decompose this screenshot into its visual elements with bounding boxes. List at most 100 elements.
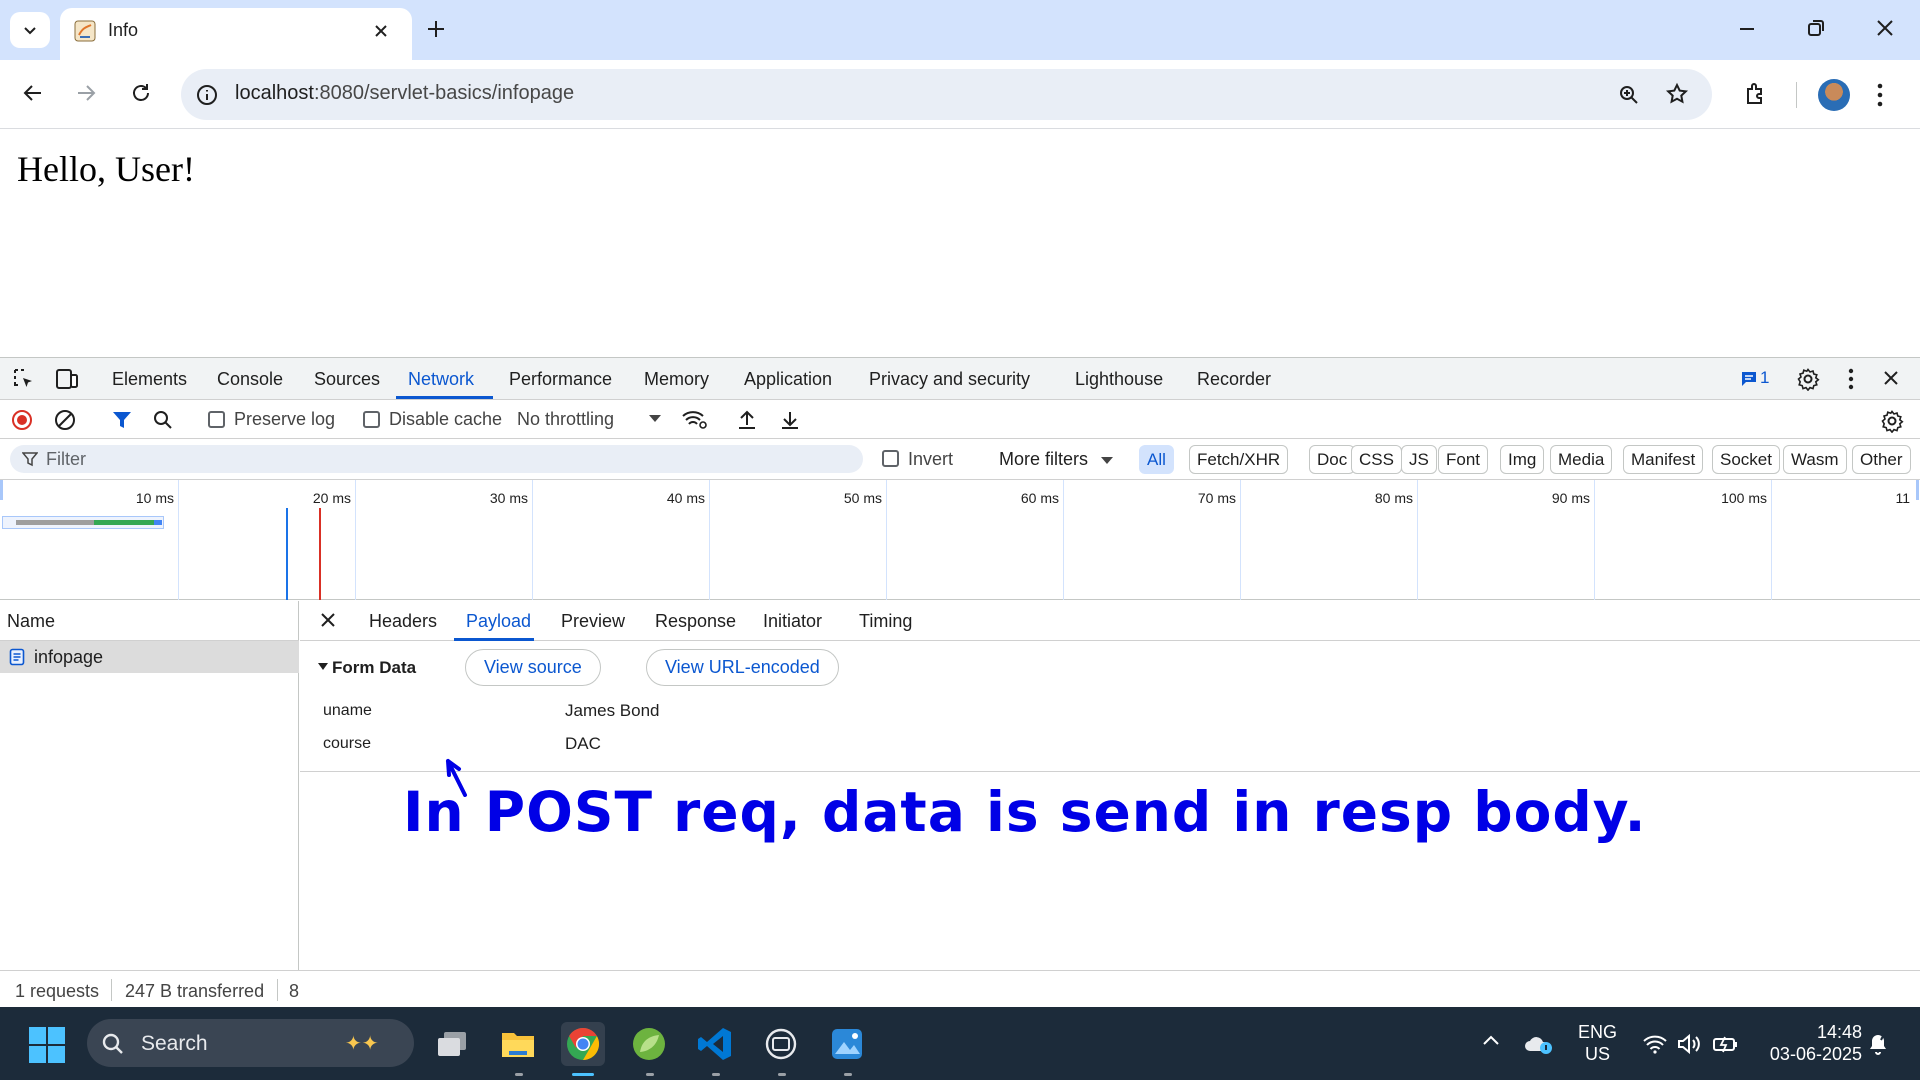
detail-tab-timing[interactable]: Timing (859, 611, 912, 632)
tab-recorder[interactable]: Recorder (1197, 369, 1271, 390)
browser-menu-icon[interactable] (1876, 82, 1884, 108)
windows-taskbar: Search ✦✦ ENG US 14:48 03-06-2025 (0, 1007, 1920, 1080)
disable-cache-checkbox[interactable] (363, 411, 380, 428)
network-conditions-icon[interactable] (681, 409, 707, 431)
tab-privacy-security[interactable]: Privacy and security (869, 369, 1030, 390)
filter-field[interactable] (10, 445, 863, 473)
filter-chip-css[interactable]: CSS (1351, 445, 1402, 474)
tab-search-button[interactable] (10, 12, 50, 48)
tab-sources[interactable]: Sources (314, 369, 380, 390)
name-column-header[interactable]: Name (0, 601, 299, 641)
detail-tab-initiator[interactable]: Initiator (763, 611, 822, 632)
spring-leaf-icon (631, 1026, 667, 1062)
overview-left-handle[interactable] (0, 480, 3, 500)
taskbar-app-vscode[interactable] (693, 1022, 737, 1066)
input-language[interactable]: ENG US (1578, 1021, 1617, 1065)
tab-network[interactable]: Network (408, 369, 474, 390)
filter-chip-wasm[interactable]: Wasm (1783, 445, 1847, 474)
more-filters-dropdown-icon[interactable] (1101, 457, 1113, 465)
device-toolbar-icon[interactable] (54, 367, 80, 391)
filter-chip-manifest[interactable]: Manifest (1623, 445, 1704, 474)
filter-chip-js[interactable]: JS (1401, 445, 1437, 474)
windows-start-icon[interactable] (29, 1027, 65, 1063)
import-har-icon[interactable] (736, 409, 758, 431)
filter-funnel-icon[interactable] (111, 409, 133, 431)
request-name: infopage (34, 647, 104, 667)
zoom-icon[interactable] (1617, 83, 1641, 107)
filter-chip-other[interactable]: Other (1852, 445, 1911, 474)
taskbar-app-file-explorer[interactable] (496, 1022, 540, 1066)
search-icon[interactable] (152, 409, 174, 431)
filter-chip-doc[interactable]: Doc (1309, 445, 1356, 474)
close-detail-icon[interactable] (319, 611, 337, 629)
issues-icon[interactable] (1740, 370, 1758, 388)
notification-bell-icon[interactable] (1866, 1032, 1890, 1056)
settings-gear-icon[interactable] (1796, 367, 1820, 391)
new-tab-icon[interactable] (425, 18, 447, 40)
detail-tab-headers[interactable]: Headers (369, 611, 437, 632)
grid-line (1771, 480, 1772, 600)
browser-tab[interactable]: Info (60, 8, 412, 60)
view-url-encoded-button[interactable]: View URL-encoded (646, 649, 839, 686)
profile-avatar[interactable] (1818, 79, 1850, 111)
taskbar-search[interactable]: Search ✦✦ (87, 1019, 414, 1067)
taskbar-app-spring-tools[interactable] (627, 1022, 671, 1066)
site-info-icon[interactable] (196, 84, 218, 106)
throttling-select[interactable]: No throttling (517, 409, 614, 430)
tab-elements[interactable]: Elements (112, 369, 187, 390)
minimize-icon[interactable] (1737, 18, 1757, 38)
onedrive-cloud-icon[interactable] (1523, 1033, 1553, 1055)
detail-tab-response[interactable]: Response (655, 611, 736, 632)
domcontentloaded-marker (286, 508, 288, 600)
address-bar[interactable]: localhost:8080/servlet-basics/infopage (181, 69, 1712, 120)
devtools-menu-icon[interactable] (1847, 367, 1855, 391)
filter-chip-media[interactable]: Media (1550, 445, 1613, 474)
network-overview-timeline[interactable]: 10 ms 20 ms 30 ms 40 ms 50 ms 60 ms 70 m… (0, 480, 1920, 600)
detail-tab-preview[interactable]: Preview (561, 611, 625, 632)
filter-input[interactable] (46, 448, 846, 470)
filter-chip-font[interactable]: Font (1438, 445, 1489, 474)
more-filters-button[interactable]: More filters (999, 449, 1088, 470)
tab-memory[interactable]: Memory (644, 369, 709, 390)
filter-chip-fetch-xhr[interactable]: Fetch/XHR (1189, 445, 1289, 474)
overview-right-handle[interactable] (1916, 480, 1919, 500)
forward-icon[interactable] (74, 81, 98, 105)
filter-chip-all[interactable]: All (1139, 445, 1174, 474)
reload-icon[interactable] (129, 81, 153, 105)
inspect-element-icon[interactable] (12, 367, 36, 391)
filter-chip-img[interactable]: Img (1500, 445, 1545, 474)
taskbar-app-photos[interactable] (825, 1022, 869, 1066)
clock[interactable]: 14:48 03-06-2025 (1760, 1021, 1862, 1065)
chevron-up-icon[interactable] (1481, 1031, 1501, 1051)
tab-lighthouse[interactable]: Lighthouse (1075, 369, 1163, 390)
extensions-icon[interactable] (1742, 81, 1768, 107)
tab-console[interactable]: Console (217, 369, 283, 390)
taskbar-app-task-view[interactable] (430, 1022, 474, 1066)
close-devtools-icon[interactable] (1882, 369, 1900, 387)
close-window-icon[interactable] (1875, 18, 1895, 38)
tab-performance[interactable]: Performance (509, 369, 612, 390)
tab-application[interactable]: Application (744, 369, 832, 390)
export-har-icon[interactable] (779, 409, 801, 431)
view-source-button[interactable]: View source (465, 649, 601, 686)
issues-count[interactable]: 1 (1760, 368, 1769, 388)
form-data-title[interactable]: Form Data (332, 658, 416, 678)
bookmark-star-icon[interactable] (1665, 82, 1689, 106)
collapse-triangle-icon[interactable] (318, 663, 328, 670)
clear-icon[interactable] (54, 409, 76, 431)
close-tab-icon[interactable] (372, 22, 390, 40)
preserve-log-checkbox[interactable] (208, 411, 225, 428)
back-icon[interactable] (21, 81, 45, 105)
throttling-dropdown-icon[interactable] (649, 415, 661, 423)
request-row[interactable]: infopage (0, 641, 299, 673)
stop-recording-icon[interactable] (11, 409, 33, 431)
network-settings-icon[interactable] (1880, 409, 1904, 433)
taskbar-app-chrome[interactable] (561, 1022, 605, 1066)
filter-chip-socket[interactable]: Socket (1712, 445, 1780, 474)
url-text[interactable]: localhost:8080/servlet-basics/infopage (235, 82, 574, 105)
taskbar-app-snipping[interactable] (759, 1022, 803, 1066)
devtools-panel: Elements Console Sources Network Perform… (0, 357, 1920, 1008)
invert-checkbox[interactable] (882, 450, 899, 467)
restore-icon[interactable] (1806, 18, 1826, 38)
detail-tab-payload[interactable]: Payload (466, 611, 531, 632)
